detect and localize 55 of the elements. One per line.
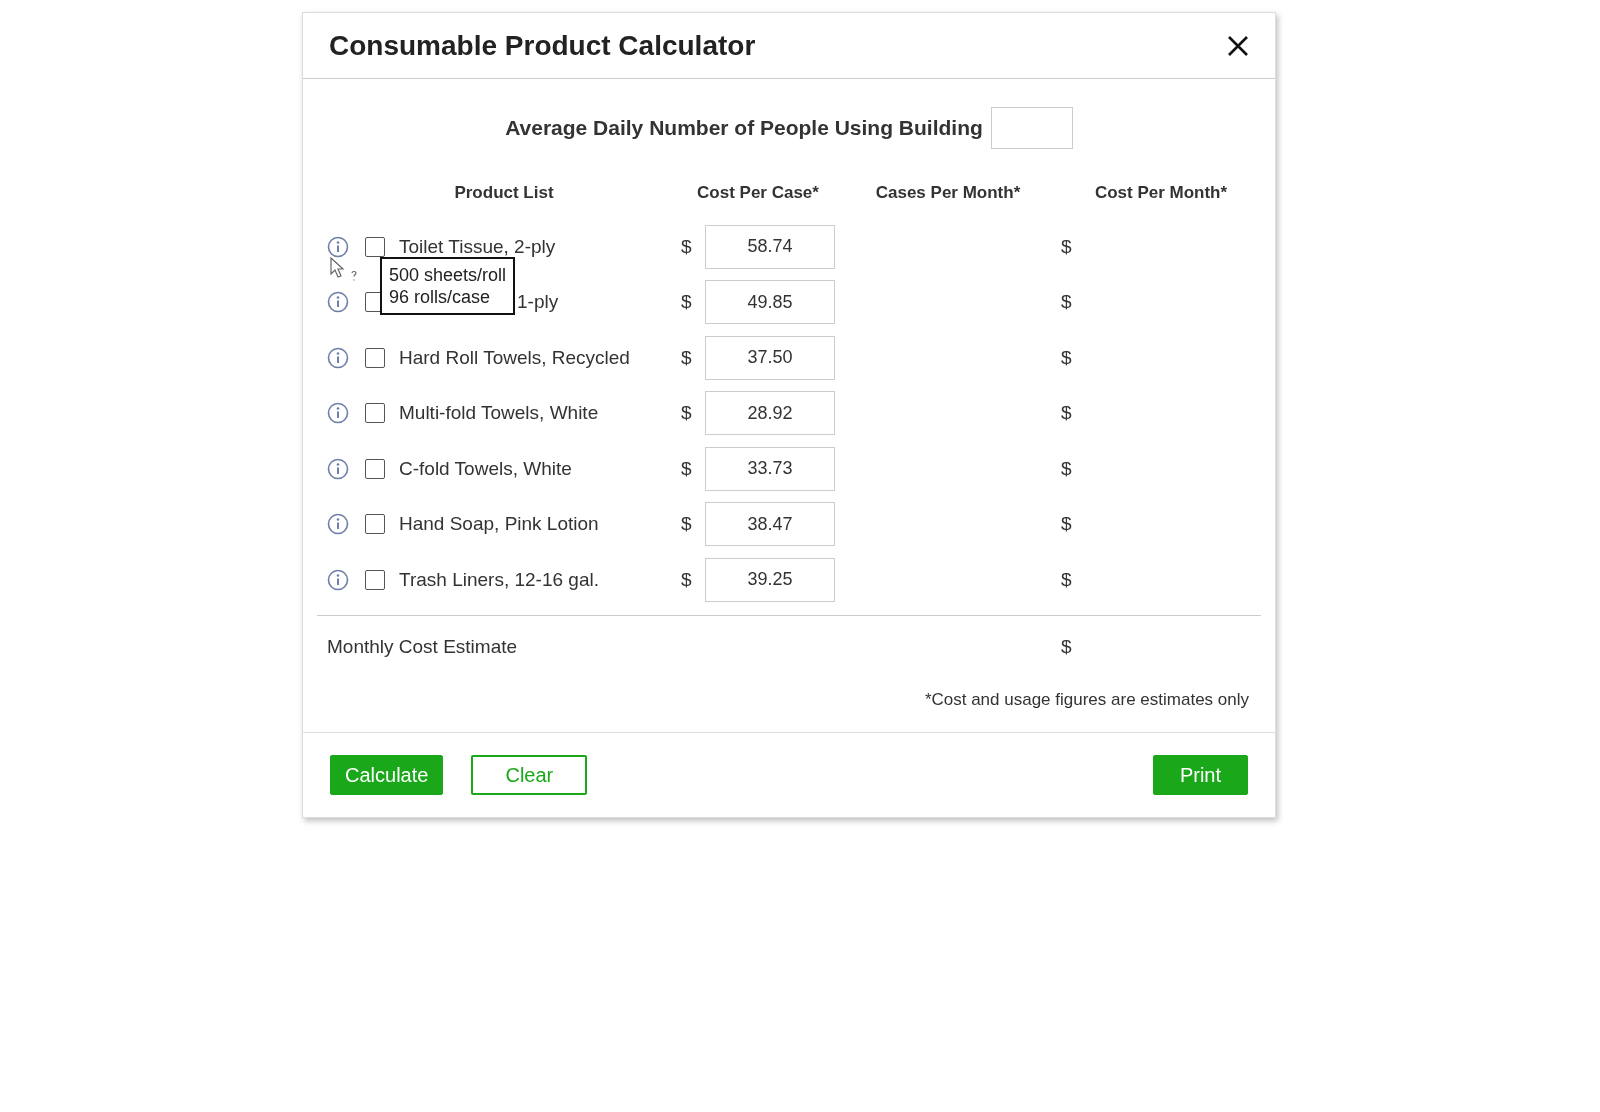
- currency-sign: $: [1061, 402, 1073, 425]
- currency-sign: $: [681, 568, 693, 591]
- tooltip-text: 500 sheets/roll: [389, 264, 507, 286]
- currency-sign: $: [681, 457, 693, 480]
- dialog-title: Consumable Product Calculator: [329, 29, 756, 62]
- currency-sign: $: [681, 513, 693, 536]
- cost-field[interactable]: 58.74: [705, 224, 835, 269]
- info-icon[interactable]: [327, 235, 349, 258]
- currency-sign: $: [1061, 346, 1073, 369]
- info-icon[interactable]: [327, 402, 349, 425]
- checkbox[interactable]: [365, 458, 385, 479]
- product-name: Hand Soap, Pink Lotion: [399, 513, 599, 536]
- product-name: Trash Liners, 12-16 gal.: [399, 568, 599, 591]
- column-header: Cases Per Month*: [875, 183, 1021, 203]
- summary-label: Monthly Cost Estimate: [327, 635, 519, 658]
- product-name: Multi-fold Towels, White: [399, 402, 599, 425]
- input-field[interactable]: [990, 107, 1073, 149]
- cost-field[interactable]: 49.85: [705, 280, 835, 325]
- cost-field[interactable]: 38.47: [705, 502, 835, 547]
- checkbox[interactable]: [365, 514, 385, 535]
- currency-sign: $: [1061, 513, 1073, 536]
- tooltip-text: 96 rolls/case: [389, 286, 492, 308]
- cost-field[interactable]: 33.73: [705, 446, 835, 491]
- product-name: Toilet Tissue, 2-ply: [399, 235, 556, 258]
- info-icon[interactable]: [327, 346, 349, 369]
- close-icon: [1227, 34, 1249, 57]
- currency-sign: $: [1061, 635, 1073, 658]
- close-button[interactable]: [1227, 34, 1249, 57]
- currency-sign: $: [1061, 457, 1073, 480]
- currency-sign: $: [1061, 291, 1073, 314]
- column-header: Cost Per Case*: [697, 183, 819, 203]
- checkbox[interactable]: [365, 347, 385, 368]
- currency-sign: $: [681, 346, 693, 369]
- product-name: Hard Roll Towels, Recycled: [399, 346, 630, 369]
- product-name: C-fold Towels, White: [399, 457, 572, 480]
- field-label: Average Daily Number of People Using Building: [505, 116, 983, 140]
- cost-field[interactable]: 28.92: [705, 391, 835, 436]
- currency-sign: $: [681, 291, 693, 314]
- product-name: 1-ply: [517, 291, 559, 314]
- info-icon[interactable]: [327, 513, 349, 536]
- cost-field[interactable]: 39.25: [705, 557, 835, 602]
- currency-sign: $: [1061, 235, 1073, 258]
- footnote: *Cost and usage figures are estimates only: [924, 689, 1249, 710]
- info-icon[interactable]: [327, 457, 349, 480]
- column-header: Cost Per Month*: [1094, 183, 1228, 203]
- info-icon[interactable]: [327, 568, 349, 591]
- cost-field[interactable]: 37.50: [705, 335, 835, 380]
- checkbox[interactable]: [365, 236, 385, 257]
- column-header: Product List: [454, 183, 554, 203]
- checkbox[interactable]: [365, 569, 385, 590]
- currency-sign: $: [681, 402, 693, 425]
- currency-sign: $: [681, 235, 693, 258]
- currency-sign: $: [1061, 568, 1073, 591]
- info-icon[interactable]: [327, 291, 349, 314]
- checkbox[interactable]: [365, 403, 385, 424]
